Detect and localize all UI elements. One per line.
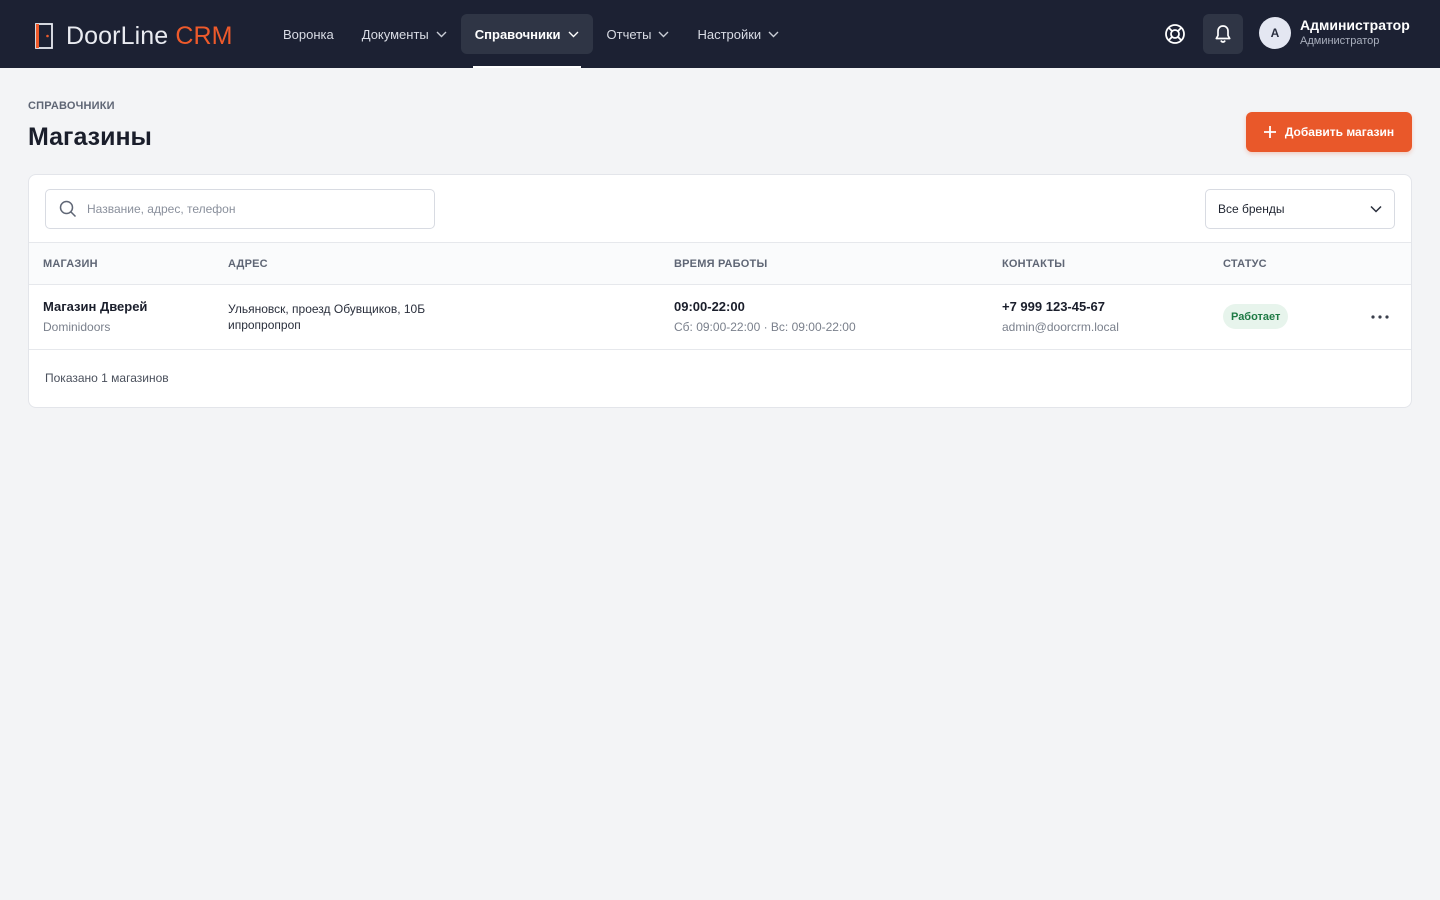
chevron-down-icon	[1370, 205, 1382, 213]
contact-email: admin@doorcrm.local	[1002, 320, 1119, 334]
chevron-down-icon	[436, 31, 447, 37]
user-name: Администратор	[1300, 17, 1410, 33]
store-brand: Dominidoors	[43, 320, 111, 334]
lifebuoy-icon	[1165, 24, 1185, 44]
store-name: Магазин Дверей	[43, 299, 148, 314]
status-badge: Работает	[1223, 304, 1289, 329]
search-input[interactable]	[87, 202, 407, 216]
chevron-down-icon	[658, 31, 669, 37]
nav-item-reports[interactable]: Отчеты	[593, 14, 684, 54]
hours-cell: 09:00-22:00 Сб: 09:00-22:00 · Вс: 09:00-…	[674, 299, 856, 335]
user-role: Администратор	[1300, 35, 1380, 47]
hours-weekend: Сб: 09:00-22:00 · Вс: 09:00-22:00	[674, 320, 856, 334]
add-store-label: Добавить магазин	[1284, 125, 1395, 139]
table-row[interactable]: Магазин Дверей Dominidoors Ульяновск, пр…	[29, 285, 1411, 350]
nav-item-settings[interactable]: Настройки	[683, 14, 793, 54]
nav-item-documents[interactable]: Документы	[348, 14, 461, 54]
logo-text: DoorLine CRM	[66, 22, 233, 50]
breadcrumb: СПРАВОЧНИКИ	[28, 100, 115, 112]
store-cell: Магазин Дверей Dominidoors	[43, 299, 147, 335]
nav-item-references[interactable]: Справочники	[460, 14, 593, 68]
app-logo[interactable]: DoorLine CRM	[34, 22, 233, 50]
contacts-cell: +7 999 123-45-67 admin@doorcrm.local	[1002, 299, 1119, 335]
column-header-address: АДРЕС	[228, 258, 268, 270]
hours-main: 09:00-22:00	[674, 299, 745, 314]
brand-select[interactable]: Все бренды	[1205, 189, 1395, 229]
contact-phone: +7 999 123-45-67	[1002, 299, 1106, 314]
row-actions-button[interactable]	[1367, 305, 1393, 329]
page-title: Магазины	[28, 123, 152, 151]
stores-card: Все бренды МАГАЗИН АДРЕС ВРЕМЯ РАБОТЫ КО…	[28, 174, 1412, 408]
search-box[interactable]	[45, 189, 435, 229]
column-header-contacts: КОНТАКТЫ	[1002, 258, 1066, 270]
nav-item-funnel[interactable]: Воронка	[269, 14, 348, 54]
door-logo-icon	[35, 23, 53, 49]
results-count: Показано 1 магазинов	[45, 371, 169, 385]
address-cell: Ульяновск, проезд Обувщиков, 10Б ипропро…	[228, 301, 425, 333]
chevron-down-icon	[768, 31, 779, 37]
more-horizontal-icon	[1371, 315, 1389, 319]
user-menu[interactable]: А Администратор Администратор	[1259, 17, 1410, 49]
help-button[interactable]	[1160, 19, 1190, 49]
column-header-store: МАГАЗИН	[43, 258, 98, 270]
chevron-down-icon	[568, 31, 579, 37]
plus-icon	[1263, 126, 1276, 138]
avatar: А	[1259, 17, 1291, 49]
main-nav: Воронка Документы Справочники Отчеты Нас…	[269, 14, 793, 68]
brand-select-value: Все бренды	[1218, 202, 1285, 216]
address-line-2: ипропропроп	[228, 318, 301, 332]
address-line-1: Ульяновск, проезд Обувщиков, 10Б	[228, 302, 426, 316]
search-icon	[59, 200, 77, 218]
top-navbar: DoorLine CRM Воронка Документы Справочни…	[0, 0, 1440, 68]
bell-icon	[1215, 25, 1231, 43]
table-header: МАГАЗИН АДРЕС ВРЕМЯ РАБОТЫ КОНТАКТЫ СТАТ…	[29, 242, 1411, 285]
add-store-button[interactable]: Добавить магазин	[1246, 112, 1412, 152]
column-header-hours: ВРЕМЯ РАБОТЫ	[674, 258, 768, 270]
notifications-button[interactable]	[1203, 14, 1243, 54]
column-header-status: СТАТУС	[1223, 258, 1267, 270]
